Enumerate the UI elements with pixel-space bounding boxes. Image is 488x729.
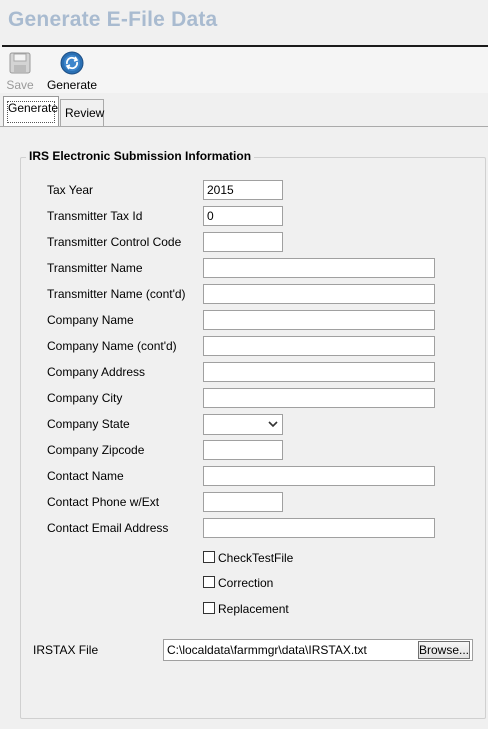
company-name-contd-input[interactable] <box>203 336 435 356</box>
company-zipcode-input[interactable] <box>203 440 283 460</box>
tab-generate-label: Generate <box>8 101 59 115</box>
correction-label: Correction <box>218 576 274 590</box>
tab-generate[interactable]: Generate <box>3 96 59 127</box>
toolbar: Save Generate <box>0 47 488 93</box>
irstax-file-field[interactable]: C:\localdata\farmmgr\data\IRSTAX.txt Bro… <box>163 639 473 661</box>
transmitter-control-code-label: Transmitter Control Code <box>47 235 182 249</box>
page-title: Generate E-File Data <box>8 8 218 31</box>
tax-year-label: Tax Year <box>47 183 94 197</box>
contact-phone-input[interactable] <box>203 492 283 512</box>
transmitter-name-label: Transmitter Name <box>47 261 143 275</box>
transmitter-name-contd-label: Transmitter Name (cont'd) <box>47 287 186 301</box>
tab-review[interactable]: Review <box>60 99 104 127</box>
transmitter-name-contd-input[interactable] <box>203 284 435 304</box>
company-name-contd-label: Company Name (cont'd) <box>47 339 177 353</box>
replacement-label: Replacement <box>218 602 289 616</box>
company-city-input[interactable] <box>203 388 435 408</box>
company-name-label: Company Name <box>47 313 134 327</box>
company-zipcode-label: Company Zipcode <box>47 443 145 457</box>
generate-label: Generate <box>46 78 98 92</box>
tab-strip: Generate Review <box>0 93 488 127</box>
floppy-disk-icon <box>8 51 32 75</box>
tax-year-input[interactable] <box>203 180 283 200</box>
contact-phone-label: Contact Phone w/Ext <box>47 495 160 509</box>
save-label: Save <box>6 78 34 92</box>
chevron-down-icon <box>268 421 278 428</box>
contact-name-label: Contact Name <box>47 469 124 483</box>
company-address-label: Company Address <box>47 365 146 379</box>
save-button[interactable]: Save <box>4 51 36 92</box>
browse-button[interactable]: Browse... <box>418 641 470 659</box>
replacement-checkbox[interactable] <box>203 602 215 614</box>
company-state-select[interactable] <box>203 414 283 435</box>
title-bar: Generate E-File Data <box>0 0 488 47</box>
checktestfile-checkbox[interactable] <box>203 551 215 563</box>
contact-name-input[interactable] <box>203 466 435 486</box>
generate-button[interactable]: Generate <box>44 51 100 92</box>
company-address-input[interactable] <box>203 362 435 382</box>
contact-email-label: Contact Email Address <box>47 521 169 535</box>
group-title: IRS Electronic Submission Information <box>26 149 255 163</box>
transmitter-tax-id-input[interactable] <box>203 206 283 226</box>
contact-email-input[interactable] <box>203 518 435 538</box>
company-city-label: Company City <box>47 391 123 405</box>
transmitter-name-input[interactable] <box>203 258 435 278</box>
generate-icon <box>60 51 84 75</box>
company-name-input[interactable] <box>203 310 435 330</box>
irstax-file-path: C:\localdata\farmmgr\data\IRSTAX.txt <box>167 643 367 657</box>
irstax-file-label: IRSTAX File <box>33 643 99 657</box>
checktestfile-label: CheckTestFile <box>218 551 294 565</box>
tab-review-label: Review <box>65 106 105 120</box>
transmitter-tax-id-label: Transmitter Tax Id <box>47 209 143 223</box>
company-state-label: Company State <box>47 417 130 431</box>
correction-checkbox[interactable] <box>203 576 215 588</box>
transmitter-control-code-input[interactable] <box>203 232 283 252</box>
